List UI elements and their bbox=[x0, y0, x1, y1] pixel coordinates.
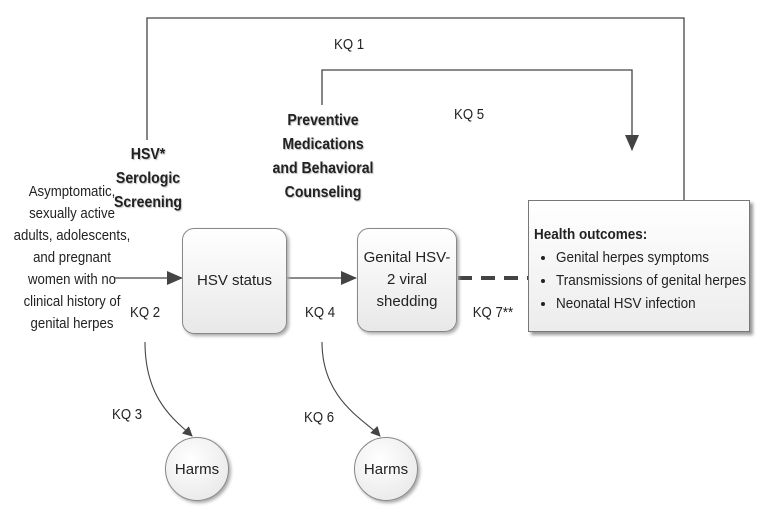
kq3-curve bbox=[144, 341, 193, 437]
outcome-item: Transmissions of genital herpes bbox=[556, 269, 749, 292]
health-outcomes-title: Health outcomes: bbox=[534, 226, 648, 243]
kq2-label: KQ 2 bbox=[130, 304, 161, 321]
harms-text: Harms bbox=[174, 460, 220, 478]
kq1-label: KQ 1 bbox=[334, 36, 365, 53]
health-outcomes-box: Health outcomes: Genital herpes symptoms… bbox=[528, 200, 750, 332]
kq6-label: KQ 6 bbox=[304, 409, 335, 426]
kq4-label: KQ 4 bbox=[305, 304, 336, 321]
analytic-framework-diagram: KQ 1 KQ 5 HSV* Serologic Screening Preve… bbox=[0, 0, 760, 519]
outcome-item: Genital herpes symptoms bbox=[556, 246, 749, 269]
kq3-label: KQ 3 bbox=[112, 406, 143, 423]
outcome-item: Neonatal HSV infection bbox=[556, 292, 749, 315]
kq7-label: KQ 7** bbox=[472, 304, 514, 321]
harms-circle-2: Harms bbox=[354, 437, 418, 501]
harms-circle-1: Harms bbox=[165, 437, 229, 501]
health-outcomes-list: Genital herpes symptoms Transmissions of… bbox=[534, 246, 749, 315]
hsv-status-box: HSV status bbox=[182, 228, 287, 334]
viral-shedding-text: Genital HSV-2 viral shedding bbox=[363, 249, 451, 310]
kq1-arrow bbox=[146, 17, 691, 219]
population-label: Asymptomatic, sexually active adults, ad… bbox=[13, 183, 131, 332]
viral-shedding-box: Genital HSV-2 viral shedding bbox=[357, 228, 457, 332]
preventive-label: Preventive Medications and Behavioral Co… bbox=[272, 112, 374, 201]
hsv-status-text: HSV status bbox=[196, 272, 273, 289]
harms-text: Harms bbox=[363, 460, 409, 478]
kq5-label: KQ 5 bbox=[454, 106, 485, 123]
